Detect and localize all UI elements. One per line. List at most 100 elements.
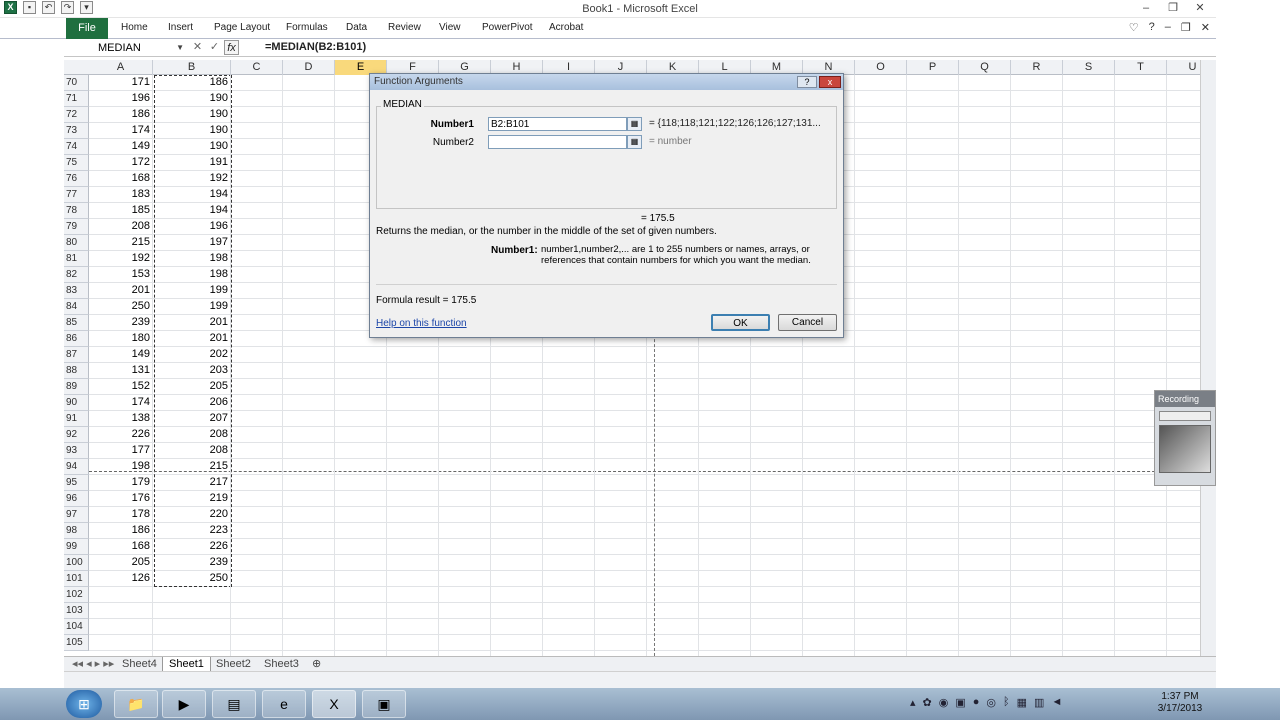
name-box[interactable]: MEDIAN ▼	[96, 40, 184, 56]
cell-a[interactable]: 168	[89, 539, 153, 555]
cell-a[interactable]: 176	[89, 491, 153, 507]
row-header[interactable]: 72	[64, 107, 89, 123]
cell-a[interactable]: 183	[89, 187, 153, 203]
tab-sheet1[interactable]: Sheet1	[162, 657, 211, 672]
row-header[interactable]: 85	[64, 315, 89, 331]
clock[interactable]: 1:37 PM 3/17/2013	[1140, 691, 1220, 715]
cell-a[interactable]	[89, 587, 153, 603]
help-icon[interactable]: ?	[1149, 21, 1155, 34]
tab-sheet2[interactable]: Sheet2	[210, 657, 257, 672]
cell-a[interactable]: 239	[89, 315, 153, 331]
cell-a[interactable]	[89, 603, 153, 619]
cell-a[interactable]: 171	[89, 75, 153, 91]
cell-b[interactable]	[153, 603, 231, 619]
row-header[interactable]: 80	[64, 235, 89, 251]
chevron-down-icon[interactable]: ▼	[176, 40, 184, 56]
cell-a[interactable]: 205	[89, 555, 153, 571]
row-header[interactable]: 105	[64, 635, 89, 651]
tray-icon[interactable]: ▣	[955, 696, 965, 709]
cell-a[interactable]	[89, 635, 153, 651]
recording-selector[interactable]	[1159, 411, 1211, 421]
cell-a[interactable]: 172	[89, 155, 153, 171]
column-header-t[interactable]: T	[1115, 60, 1167, 75]
column-header-d[interactable]: D	[283, 60, 335, 75]
cell-a[interactable]: 174	[89, 123, 153, 139]
column-header-s[interactable]: S	[1063, 60, 1115, 75]
volume-icon[interactable]: ◄	[1051, 696, 1062, 709]
row-header[interactable]: 92	[64, 427, 89, 443]
row-header[interactable]: 76	[64, 171, 89, 187]
vertical-scrollbar[interactable]	[1200, 60, 1216, 656]
dialog-title[interactable]: Function Arguments	[370, 74, 843, 90]
column-header-q[interactable]: Q	[959, 60, 1011, 75]
row-header[interactable]: 75	[64, 155, 89, 171]
row-header[interactable]: 81	[64, 251, 89, 267]
cell-a[interactable]: 186	[89, 523, 153, 539]
cell-a[interactable]: 177	[89, 443, 153, 459]
row-header[interactable]: 87	[64, 347, 89, 363]
cell-a[interactable]: 196	[89, 91, 153, 107]
cell-b[interactable]	[153, 635, 231, 651]
ok-button[interactable]: OK	[711, 314, 770, 331]
cell-a[interactable]: 215	[89, 235, 153, 251]
tab-data[interactable]: Data	[346, 22, 367, 33]
column-header-r[interactable]: R	[1011, 60, 1063, 75]
cell-a[interactable]: 192	[89, 251, 153, 267]
cell-a[interactable]: 138	[89, 411, 153, 427]
dialog-help-button[interactable]: ?	[797, 76, 817, 88]
tab-sheet4[interactable]: Sheet4	[116, 657, 163, 672]
cell-a[interactable]: 185	[89, 203, 153, 219]
row-header[interactable]: 90	[64, 395, 89, 411]
tray-arrow-icon[interactable]: ▴	[910, 696, 916, 709]
tab-review[interactable]: Review	[388, 22, 421, 33]
cell-a[interactable]: 186	[89, 107, 153, 123]
cell-a[interactable]: 131	[89, 363, 153, 379]
cell-b[interactable]	[153, 587, 231, 603]
explorer-icon[interactable]: 📁	[114, 690, 158, 718]
cell-a[interactable]: 180	[89, 331, 153, 347]
row-header[interactable]: 99	[64, 539, 89, 555]
cell-b[interactable]	[153, 619, 231, 635]
dialog-close-button[interactable]: x	[819, 76, 841, 88]
column-header-u[interactable]: U	[1167, 60, 1200, 75]
row-header[interactable]: 79	[64, 219, 89, 235]
tab-file[interactable]: File	[66, 18, 108, 39]
row-header[interactable]: 104	[64, 619, 89, 635]
row-header[interactable]: 71	[64, 91, 89, 107]
number2-input[interactable]	[488, 135, 627, 149]
confirm-entry-icon[interactable]: ✓	[207, 40, 222, 55]
cell-a[interactable]	[89, 619, 153, 635]
minimize-icon[interactable]: –	[1133, 0, 1159, 17]
collapse-dialog-icon[interactable]: ▦	[627, 135, 642, 149]
cancel-entry-icon[interactable]: ✕	[190, 40, 205, 55]
cell-a[interactable]: 153	[89, 267, 153, 283]
calculator-icon[interactable]: ▤	[212, 690, 256, 718]
tray-icon[interactable]: ◎	[986, 696, 996, 709]
cell-a[interactable]: 201	[89, 283, 153, 299]
cell-a[interactable]: 149	[89, 347, 153, 363]
row-header[interactable]: 97	[64, 507, 89, 523]
column-header-p[interactable]: P	[907, 60, 959, 75]
number1-input[interactable]: B2:B101	[488, 117, 627, 131]
column-header-c[interactable]: C	[231, 60, 283, 75]
insert-function-icon[interactable]: fx	[224, 40, 239, 55]
cell-a[interactable]: 208	[89, 219, 153, 235]
row-header[interactable]: 74	[64, 139, 89, 155]
recorder-taskbar-icon[interactable]: ▣	[362, 690, 406, 718]
tray-icon[interactable]: ●	[973, 696, 980, 709]
tray-icon[interactable]: ▦	[1017, 696, 1027, 709]
row-header[interactable]: 77	[64, 187, 89, 203]
row-header[interactable]: 78	[64, 203, 89, 219]
bluetooth-icon[interactable]: ᛒ	[1003, 696, 1010, 709]
workbook-minimize-icon[interactable]: –	[1165, 21, 1171, 34]
excel-taskbar-icon[interactable]: X	[312, 690, 356, 718]
row-header[interactable]: 89	[64, 379, 89, 395]
cancel-button[interactable]: Cancel	[778, 314, 837, 331]
internet-explorer-icon[interactable]: e	[262, 690, 306, 718]
row-header[interactable]: 88	[64, 363, 89, 379]
cell-a[interactable]: 226	[89, 427, 153, 443]
restore-icon[interactable]: ❐	[1160, 0, 1186, 17]
row-header[interactable]: 100	[64, 555, 89, 571]
tab-sheet3[interactable]: Sheet3	[258, 657, 305, 672]
column-header-a[interactable]: A	[89, 60, 153, 75]
